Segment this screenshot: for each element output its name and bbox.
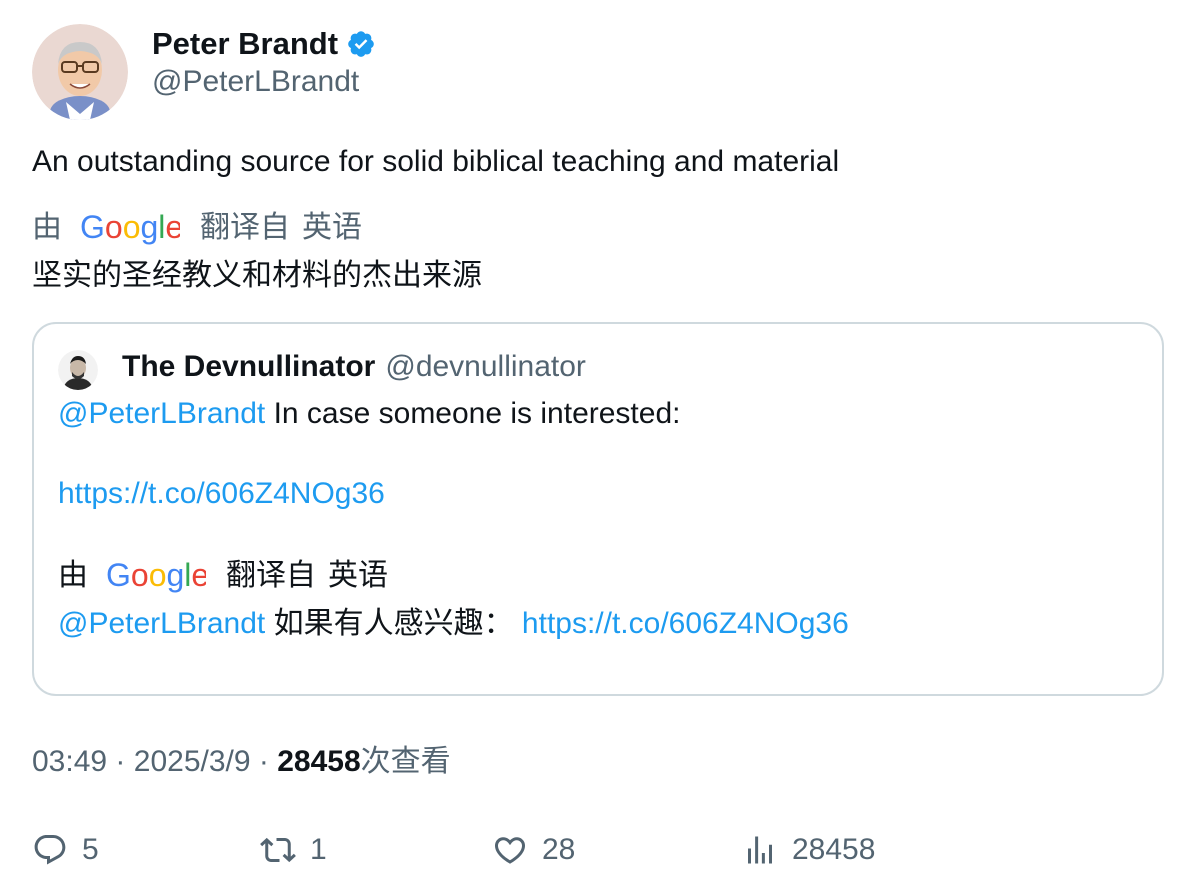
author-avatar[interactable]	[32, 24, 128, 120]
translation-from-label: 翻译自	[200, 211, 290, 244]
retweet-count: 1	[310, 833, 327, 866]
quoted-tweet-link-line: https://t.co/606Z4NOg36	[58, 474, 385, 514]
heart-icon	[494, 837, 526, 864]
reply-bubble-icon	[34, 835, 66, 865]
tweet-translated-text: 坚实的圣经教义和材料的杰出来源	[32, 259, 482, 292]
tweet-time[interactable]: 03:49	[32, 745, 107, 778]
retweet-arrows-icon	[260, 837, 296, 863]
quoted-tweet[interactable]: The Devnullinator @devnullinator @PeterL…	[32, 322, 1164, 696]
quoted-translation-attribution: 由 Google 翻译自 英语	[58, 556, 388, 596]
author-avatar-illustration	[32, 24, 128, 120]
svg-text:Google: Google	[80, 210, 180, 245]
views-count: 28458	[277, 745, 361, 778]
tweet-container: Peter Brandt @PeterLBrandt An outstandin…	[32, 24, 1164, 866]
author-name-row: Peter Brandt	[152, 26, 376, 62]
quoted-translated-url-link[interactable]: https://t.co/606Z4NOg36	[522, 607, 849, 640]
quoted-translated-text: @PeterLBrandt 如果有人感兴趣： https://t.co/606Z…	[58, 604, 849, 644]
views-label: 次查看	[360, 745, 451, 778]
translation-by-label: 由	[32, 211, 62, 244]
bar-chart-icon	[748, 836, 772, 864]
svg-text:Google: Google	[106, 558, 206, 593]
retweet-button[interactable]: 1	[260, 830, 327, 870]
quoted-tweet-body: In case someone is interested:	[273, 397, 681, 430]
translation-language: 英语	[302, 211, 362, 244]
quoted-author-avatar-illustration	[58, 350, 98, 390]
reply-button[interactable]: 5	[32, 830, 99, 870]
quoted-url-link[interactable]: https://t.co/606Z4NOg36	[58, 477, 385, 510]
quoted-translation-from-label: 翻译自	[226, 559, 316, 592]
tweet-meta: 03:49 · 2025/3/9 · 28458次查看	[32, 742, 451, 782]
verified-badge-icon[interactable]	[346, 29, 376, 59]
like-count: 28	[542, 833, 576, 866]
views-button[interactable]: 28458	[742, 830, 875, 870]
tweet-text: An outstanding source for solid biblical…	[32, 145, 840, 178]
quoted-tweet-header: The Devnullinator @devnullinator	[58, 344, 586, 390]
author-names: Peter Brandt @PeterLBrandt	[152, 24, 376, 102]
google-logo-icon[interactable]: Google	[106, 558, 206, 594]
quoted-author-handle[interactable]: @devnullinator	[385, 347, 586, 387]
meta-separator: ·	[115, 745, 126, 778]
author-display-name[interactable]: Peter Brandt	[152, 26, 338, 62]
quoted-mention-link[interactable]: @PeterLBrandt	[58, 397, 265, 430]
meta-separator: ·	[258, 745, 269, 778]
views-action-count: 28458	[792, 833, 876, 866]
quoted-translated-mention-link[interactable]: @PeterLBrandt	[58, 607, 265, 640]
translation-attribution: 由 Google 翻译自 英语	[32, 208, 362, 248]
reply-count: 5	[82, 833, 99, 866]
quoted-tweet-text: @PeterLBrandt In case someone is interes…	[58, 394, 680, 434]
tweet-header: Peter Brandt @PeterLBrandt	[32, 24, 1164, 120]
google-logo-icon[interactable]: Google	[80, 210, 180, 246]
quoted-translation-by-label: 由	[58, 559, 88, 592]
quoted-translation-language: 英语	[328, 559, 388, 592]
quoted-author-display-name[interactable]: The Devnullinator	[122, 347, 375, 387]
quoted-author-avatar[interactable]	[58, 350, 98, 390]
tweet-actions: 5 1 28 28458	[32, 830, 1164, 870]
like-button[interactable]: 28	[492, 830, 575, 870]
tweet-date[interactable]: 2025/3/9	[134, 745, 251, 778]
quoted-translated-body: 如果有人感兴趣：	[273, 607, 514, 640]
author-handle[interactable]: @PeterLBrandt	[152, 62, 376, 102]
